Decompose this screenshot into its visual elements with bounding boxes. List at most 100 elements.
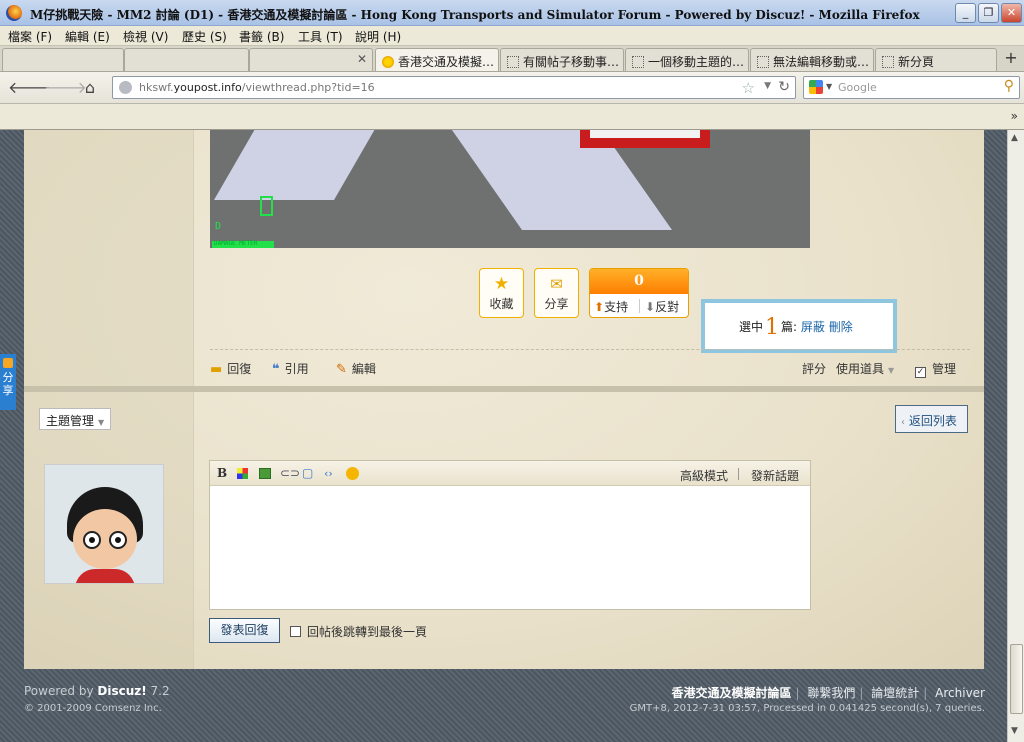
tab-blank-2[interactable] — [124, 48, 249, 71]
footer-links: 香港交通及模擬討論區 | 聯繫我們 | 論壇統計 | Archiver — [671, 686, 985, 700]
page-favicon-icon — [632, 56, 644, 68]
image-hud-gear: D — [215, 221, 222, 232]
site-name-link[interactable]: 香港交通及模擬討論區 — [671, 686, 791, 700]
chevron-right-icon[interactable]: » — [1011, 109, 1018, 123]
bookmark-star-icon[interactable]: ☆ — [742, 79, 755, 97]
page-favicon-icon — [757, 56, 769, 68]
menu-bookmarks[interactable]: 書籤 (B) — [239, 28, 284, 45]
selected-count: 1 — [765, 315, 780, 340]
image-platform-left — [214, 130, 386, 200]
topic-manage-dropdown[interactable]: 主題管理 ▼ — [39, 408, 111, 430]
quote-button[interactable]: ❝ 引用 — [272, 360, 309, 377]
share-side-tab[interactable]: 分享 — [0, 354, 16, 410]
quote-icon[interactable]: ▢ — [302, 466, 313, 480]
back-arrow-icon[interactable]: 🡐 — [8, 78, 51, 98]
shield-post-link[interactable]: 屏蔽 — [801, 320, 825, 334]
tab-label: 香港交通及模擬… — [398, 55, 495, 69]
oppose-button[interactable]: ⬇反對 — [645, 298, 679, 315]
rate-link[interactable]: 評分 — [802, 360, 826, 377]
tab-blank-3[interactable]: ✕ — [249, 48, 373, 71]
tab-hk-forum[interactable]: 香港交通及模擬… — [375, 48, 499, 71]
search-icon[interactable]: ⚲ — [1004, 78, 1014, 94]
envelope-icon: ✉ — [550, 275, 563, 293]
bold-icon[interactable]: B — [217, 466, 227, 480]
back-to-list-button[interactable]: ‹ 返回列表 — [895, 405, 968, 433]
google-icon[interactable] — [809, 80, 823, 94]
tab-blank-1[interactable] — [2, 48, 124, 71]
jump-last-page-checkbox[interactable] — [290, 626, 301, 637]
menu-tools[interactable]: 工具 (T) — [298, 28, 343, 45]
minimize-button[interactable]: _ — [955, 3, 976, 23]
author-column — [24, 130, 194, 669]
use-tools-dropdown[interactable]: 使用道具 ▼ — [836, 360, 894, 377]
vertical-scrollbar[interactable]: ▲ ▼ — [1007, 130, 1024, 742]
reply-button[interactable]: ▬ 回復 — [210, 360, 251, 377]
archiver-link[interactable]: Archiver — [935, 686, 985, 700]
scroll-down-arrow-icon[interactable]: ▼ — [1011, 726, 1018, 736]
link-icon[interactable]: ⊂⊃ — [280, 466, 300, 480]
image-hud-box — [260, 196, 273, 216]
manage-checkbox[interactable]: ✓ — [915, 367, 926, 378]
bookmarks-toolbar: » — [0, 104, 1024, 130]
edit-button[interactable]: ✎ 編輯 — [336, 360, 376, 377]
post-divider — [210, 349, 970, 350]
reload-icon[interactable]: ↻ — [778, 79, 790, 95]
advanced-mode-link[interactable]: 高級模式 — [680, 467, 728, 484]
vote-separator — [639, 299, 640, 313]
search-placeholder[interactable]: Google — [838, 81, 877, 94]
tab-move-post[interactable]: 有關帖子移動事… — [500, 48, 624, 71]
tab-label: 無法編輯移動或… — [773, 55, 870, 69]
code-icon[interactable]: ‹› — [324, 467, 333, 480]
image-icon[interactable] — [259, 468, 271, 479]
home-icon[interactable]: ⌂ — [80, 78, 100, 98]
url-dropdown-icon[interactable]: ▼ — [764, 81, 771, 91]
url-bar[interactable]: hkswf.youpost.info/viewthread.php?tid=16… — [112, 76, 796, 99]
avatar-eye-left — [83, 531, 101, 549]
tab-label: 新分頁 — [898, 55, 935, 69]
submit-reply-button[interactable]: 發表回復 — [209, 618, 280, 643]
avatar-eye-right — [109, 531, 127, 549]
jump-last-page-option[interactable]: 回帖後跳轉到最後一頁 — [290, 623, 427, 640]
page-favicon-icon — [507, 56, 519, 68]
tab-strip: ✕ 香港交通及模擬… 有關帖子移動事… 一個移動主題的… 無法編輯移動或… 新分… — [0, 46, 1024, 72]
page-viewport: 分享 D DAMAGE METER ★ 收藏 ✉ 分享 0 ⬆支持 ⬇反對 選中… — [0, 130, 1007, 742]
contact-link[interactable]: 聯繫我們 — [807, 686, 855, 700]
restore-button[interactable]: ❐ — [978, 3, 999, 23]
delete-post-link[interactable]: 刪除 — [829, 320, 853, 334]
url-text[interactable]: hkswf.youpost.info/viewthread.php?tid=16 — [139, 81, 375, 94]
smiley-icon[interactable] — [346, 467, 359, 480]
toolbar-separator — [738, 468, 739, 480]
support-button[interactable]: ⬆支持 — [594, 298, 628, 315]
search-bar[interactable]: ▼ Google ⚲ — [803, 76, 1020, 99]
menu-file[interactable]: 檔案 (F) — [8, 28, 52, 45]
share-button[interactable]: ✉ 分享 — [534, 268, 579, 318]
reply-textarea[interactable] — [210, 487, 810, 609]
image-bus-roof — [590, 130, 700, 138]
server-info: GMT+8, 2012-7-31 03:57, Processed in 0.0… — [629, 703, 985, 714]
close-window-button[interactable]: ✕ — [1001, 3, 1022, 23]
scrollbar-thumb[interactable] — [1010, 644, 1023, 714]
tab-move-topic[interactable]: 一個移動主題的… — [625, 48, 749, 71]
forward-arrow-icon[interactable]: 🡒 — [44, 78, 87, 98]
tab-label: 有關帖子移動事… — [523, 55, 620, 69]
stats-link[interactable]: 論壇統計 — [871, 686, 919, 700]
search-engine-dropdown-icon[interactable]: ▼ — [826, 82, 832, 91]
new-tab-button[interactable]: + — [1000, 49, 1022, 69]
new-topic-link[interactable]: 發新話題 — [751, 467, 799, 484]
globe-icon — [119, 81, 132, 94]
discuz-link[interactable]: Discuz! — [97, 684, 146, 698]
scroll-up-arrow-icon[interactable]: ▲ — [1011, 133, 1018, 143]
post-image-attachment[interactable]: D DAMAGE METER — [210, 130, 810, 248]
menu-history[interactable]: 歷史 (S) — [182, 28, 227, 45]
color-icon[interactable] — [237, 468, 248, 479]
manage-checkbox-label[interactable]: ✓ 管理 — [915, 360, 956, 378]
tab-new-page[interactable]: 新分頁 — [875, 48, 997, 71]
menu-help[interactable]: 說明 (H) — [355, 28, 401, 45]
tab-cannot-edit[interactable]: 無法編輯移動或… — [750, 48, 874, 71]
image-damage-label: DAMAGE METER — [214, 240, 258, 247]
menu-view[interactable]: 檢視 (V) — [123, 28, 168, 45]
menu-edit[interactable]: 編輯 (E) — [65, 28, 110, 45]
favorite-button[interactable]: ★ 收藏 — [479, 268, 524, 318]
section-divider — [24, 386, 984, 392]
close-tab-icon[interactable]: ✕ — [357, 52, 367, 66]
